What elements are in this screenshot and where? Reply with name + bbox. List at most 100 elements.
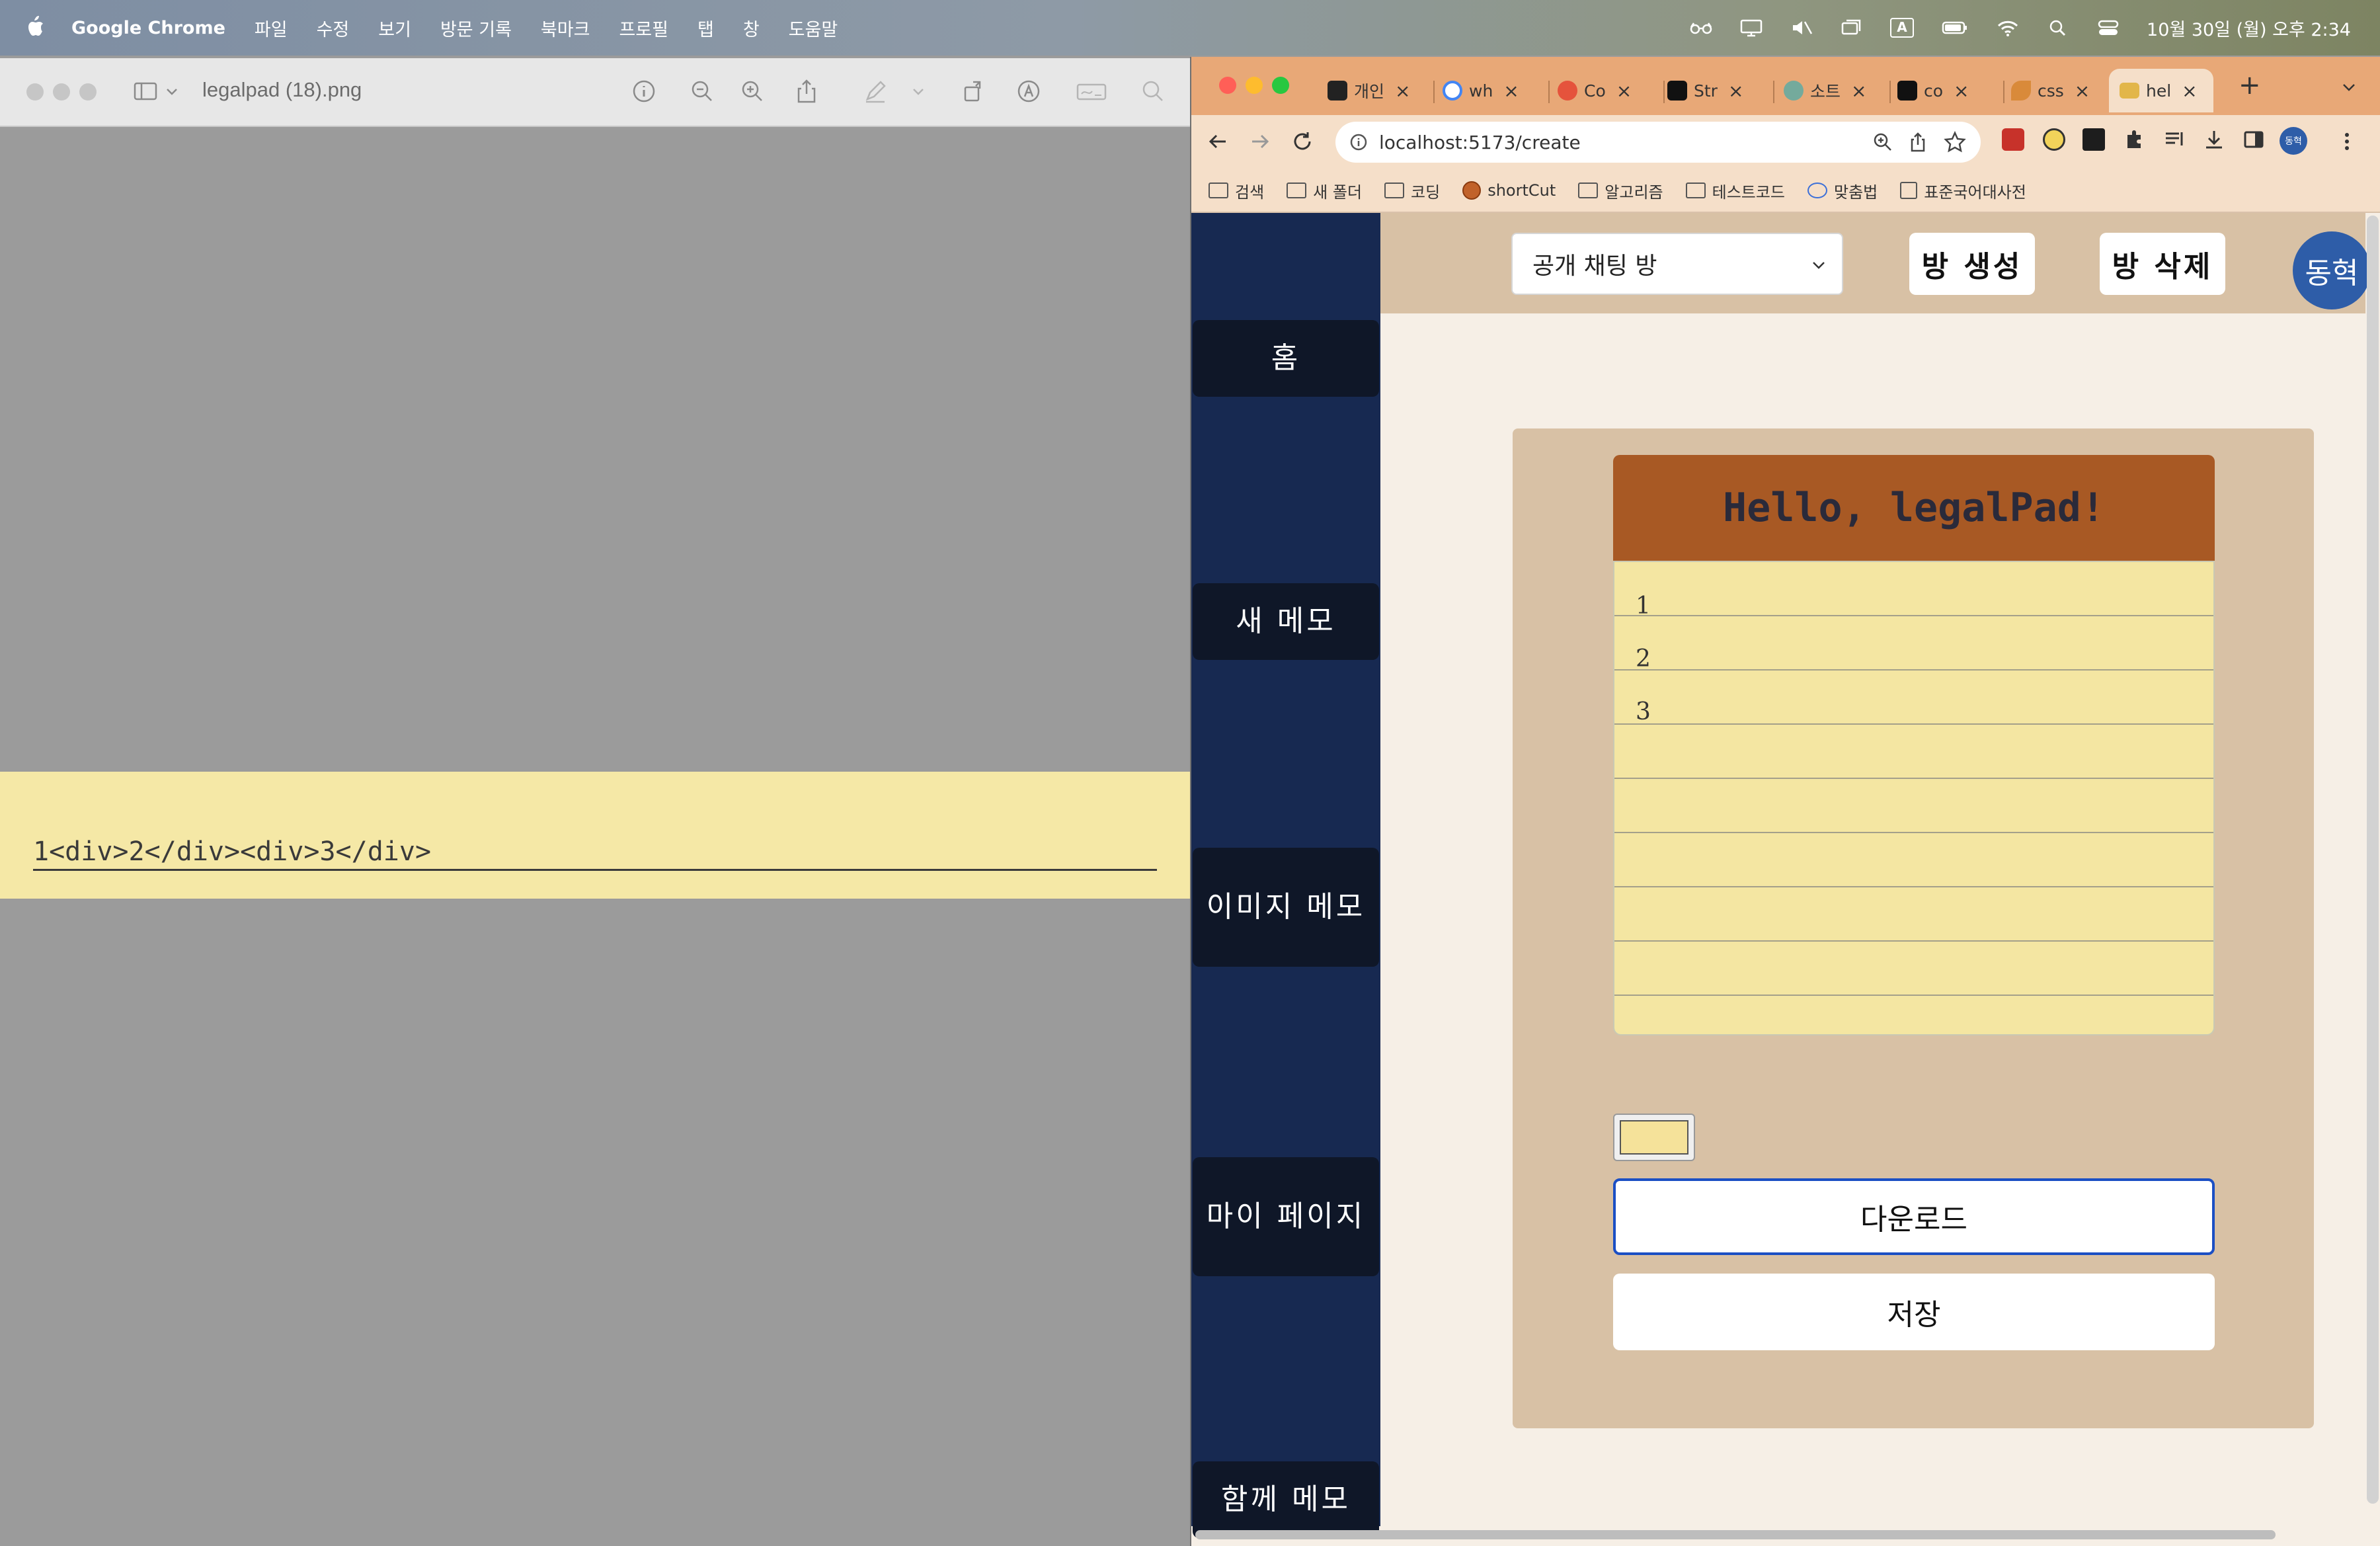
bookmark-folder[interactable]: 검색 <box>1209 179 1264 202</box>
zoom-window-button[interactable] <box>1272 77 1289 94</box>
menu-window[interactable]: 창 <box>743 15 760 41</box>
tab-search-icon[interactable] <box>2339 79 2359 95</box>
chevron-down-icon[interactable] <box>911 78 926 104</box>
profile-avatar[interactable]: 동혁 <box>2280 127 2307 155</box>
zoom-in-icon[interactable] <box>739 78 766 104</box>
bookmark-link[interactable]: shortCut <box>1462 181 1556 200</box>
vertical-scrollbar[interactable] <box>2367 216 2379 1504</box>
bookmark-folder[interactable]: 새 폴더 <box>1287 179 1362 202</box>
more-menu-icon[interactable] <box>2340 130 2354 153</box>
forward-icon[interactable] <box>1247 128 1273 155</box>
share-icon[interactable] <box>1908 132 1928 153</box>
close-icon[interactable]: × <box>1395 80 1410 102</box>
markup-pen-icon[interactable] <box>862 78 889 104</box>
wifi-icon[interactable] <box>1996 18 2020 38</box>
menu-profile[interactable]: 프로필 <box>619 15 668 41</box>
side-panel-icon[interactable] <box>2242 128 2265 151</box>
apple-icon[interactable] <box>25 13 45 40</box>
glasses-icon[interactable] <box>1689 18 1713 38</box>
download-icon[interactable] <box>2203 128 2225 151</box>
datetime[interactable]: 10월 30일 (월) 오후 2:34 <box>2147 15 2351 41</box>
delete-room-button[interactable]: 방 삭제 <box>2100 233 2225 295</box>
tab-6[interactable]: css × <box>2011 69 2110 112</box>
back-icon[interactable] <box>1205 128 1231 155</box>
memo-editor[interactable]: 1 2 3 <box>1613 561 2215 1036</box>
close-icon[interactable]: × <box>2182 80 2197 102</box>
tab-1[interactable]: wh × <box>1443 69 1550 112</box>
display-icon[interactable] <box>1739 18 1763 38</box>
share-icon[interactable] <box>793 78 820 104</box>
windows-icon[interactable] <box>1840 18 1864 38</box>
info-icon[interactable] <box>1349 132 1368 152</box>
close-icon[interactable]: × <box>1503 80 1519 102</box>
tab-2[interactable]: Co × <box>1558 69 1665 112</box>
tab-0[interactable]: 개인 × <box>1328 69 1435 112</box>
bookmark-folder[interactable]: 테스트코드 <box>1685 179 1785 202</box>
room-select[interactable]: 공개 채팅 방 <box>1511 233 1843 295</box>
menu-tab[interactable]: 탭 <box>697 15 714 41</box>
menu-edit[interactable]: 수정 <box>317 15 350 41</box>
menu-history[interactable]: 방문 기록 <box>440 15 512 41</box>
rotate-icon[interactable] <box>961 78 988 104</box>
reading-list-icon[interactable] <box>2163 128 2186 151</box>
bookmark-link[interactable]: 맞춤법 <box>1807 179 1878 202</box>
sidebar-toggle-icon[interactable] <box>132 78 159 104</box>
extensions-puzzle-icon[interactable] <box>2123 128 2146 151</box>
menu-view[interactable]: 보기 <box>378 15 411 41</box>
sidebar-item-my-page[interactable]: 마이 페이지 <box>1193 1157 1379 1276</box>
address-bar[interactable]: localhost:5173/create <box>1335 122 1981 163</box>
minimize-window-button[interactable] <box>53 83 70 101</box>
zoom-icon[interactable] <box>1872 132 1893 153</box>
extension-red-icon[interactable] <box>2002 128 2024 151</box>
color-picker[interactable] <box>1613 1114 1695 1161</box>
extension-at-icon[interactable] <box>2043 128 2065 151</box>
close-window-button[interactable] <box>26 83 44 101</box>
control-center-icon[interactable] <box>2096 18 2120 38</box>
extension-l-icon[interactable] <box>2082 128 2105 151</box>
sidebar-item-shared-memo[interactable]: 함께 메모 <box>1193 1461 1379 1538</box>
menu-bookmarks[interactable]: 북마크 <box>541 15 590 41</box>
sidebar-item-home[interactable]: 홈 <box>1193 320 1379 397</box>
horizontal-scrollbar[interactable] <box>1195 1530 2276 1539</box>
markup-icon[interactable] <box>1015 78 1042 104</box>
folder-icon <box>1578 183 1599 198</box>
close-icon[interactable]: × <box>2075 80 2090 102</box>
menu-file[interactable]: 파일 <box>255 15 288 41</box>
tab-3[interactable]: Str × <box>1667 69 1774 112</box>
bookmark-link[interactable]: 표준국어대사전 <box>1900 179 2026 202</box>
star-icon[interactable] <box>1944 131 1966 153</box>
info-icon[interactable] <box>631 78 657 104</box>
zoom-out-icon[interactable] <box>689 78 715 104</box>
close-icon[interactable]: × <box>1728 80 1743 102</box>
sidebar-item-new-memo[interactable]: 새 메모 <box>1193 583 1379 660</box>
input-icon[interactable]: A <box>1890 18 1915 38</box>
chevron-down-icon[interactable] <box>164 78 180 104</box>
close-icon[interactable]: × <box>1616 80 1632 102</box>
save-button[interactable]: 저장 <box>1613 1274 2215 1350</box>
bookmark-folder[interactable]: 코딩 <box>1384 179 1440 202</box>
zoom-window-button[interactable] <box>79 83 97 101</box>
avatar[interactable]: 동혁 <box>2293 231 2371 309</box>
create-room-button[interactable]: 방 생성 <box>1909 233 2035 295</box>
url-text[interactable]: localhost:5173/create <box>1379 132 1581 153</box>
tab-4[interactable]: 소트 × <box>1784 69 1891 112</box>
sidebar-item-image-memo[interactable]: 이미지 메모 <box>1193 848 1379 967</box>
download-button[interactable]: 다운로드 <box>1613 1178 2215 1255</box>
battery-icon[interactable] <box>1940 18 1969 38</box>
tab-active[interactable]: hel × <box>2109 69 2213 112</box>
signature-icon[interactable] <box>1075 78 1108 104</box>
minimize-window-button[interactable] <box>1246 77 1263 94</box>
close-icon[interactable]: × <box>1851 80 1866 102</box>
new-tab-button[interactable]: + <box>2239 70 2261 101</box>
mute-icon[interactable] <box>1790 18 1813 38</box>
search-icon[interactable] <box>2046 18 2070 38</box>
app-menu[interactable]: Google Chrome <box>71 18 225 38</box>
search-icon[interactable] <box>1140 78 1166 104</box>
bookmark-folder[interactable]: 알고리즘 <box>1578 179 1663 202</box>
menu-help[interactable]: 도움말 <box>789 15 838 41</box>
close-window-button[interactable] <box>1219 77 1236 94</box>
tab-5[interactable]: co × <box>1897 69 2004 112</box>
tab-title: wh <box>1469 81 1493 101</box>
reload-icon[interactable] <box>1289 128 1316 155</box>
close-icon[interactable]: × <box>1954 80 1969 102</box>
